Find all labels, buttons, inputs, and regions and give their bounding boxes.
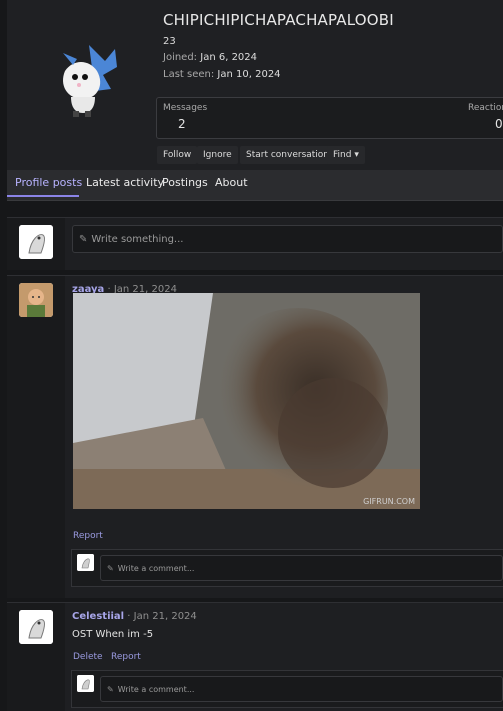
messages-value[interactable]: 2: [178, 117, 186, 131]
tab-profile-posts[interactable]: Profile posts: [15, 176, 82, 189]
profile-post-composer: ✎ Write something...: [7, 217, 503, 270]
caret-down-icon: ▾: [354, 150, 359, 160]
find-menu-button[interactable]: Find ▾: [327, 146, 365, 164]
comment-avatar: [77, 554, 94, 571]
profile-tabs: Profile posts Latest activity Postings A…: [7, 170, 503, 201]
find-label: Find: [333, 150, 352, 160]
pencil-icon: ✎: [107, 564, 114, 573]
joined-label: Joined:: [163, 52, 198, 63]
tab-about[interactable]: About: [215, 176, 248, 189]
messages-label: Messages: [163, 103, 208, 113]
comment-placeholder: Write a comment...: [117, 564, 195, 573]
joined-value: Jan 6, 2024: [200, 52, 258, 63]
zaaya-avatar[interactable]: [19, 283, 53, 317]
pencil-icon: ✎: [79, 234, 88, 245]
last-seen-row: Last seen: Jan 10, 2024: [163, 69, 281, 80]
last-seen-value: Jan 10, 2024: [217, 69, 281, 80]
tab-latest-activity[interactable]: Latest activity: [86, 176, 164, 189]
start-conversation-button[interactable]: Start conversation: [240, 146, 336, 164]
comment-area: ✎ Write a comment...: [71, 670, 503, 708]
profile-avatar[interactable]: [45, 35, 121, 125]
profile-post-celestiial: Celestiial · Jan 21, 2024 OST When im -5…: [7, 602, 503, 711]
follow-button[interactable]: Follow: [157, 146, 198, 164]
user-age: 23: [163, 36, 176, 47]
post-gif[interactable]: GIFRUN.COM: [73, 293, 420, 509]
profile-post-zaaya: zaaya · Jan 21, 2024 GIFRUN.COM Report ✎…: [7, 275, 503, 598]
active-tab-indicator: [7, 195, 79, 197]
comment-placeholder: Write a comment...: [117, 685, 195, 694]
gif-frame: [73, 293, 420, 509]
gif-credit: GIFRUN.COM: [363, 497, 415, 506]
celestiial-avatar[interactable]: [19, 610, 53, 644]
last-seen-label: Last seen:: [163, 69, 215, 80]
report-link[interactable]: Report: [73, 531, 103, 541]
username: CHIPICHIPICHAPACHAPALOOBI: [163, 11, 394, 29]
write-something-input[interactable]: ✎ Write something...: [72, 225, 503, 253]
write-something-placeholder: Write something...: [91, 234, 184, 245]
report-link[interactable]: Report: [111, 652, 141, 662]
post-header: Celestiial · Jan 21, 2024: [72, 611, 197, 622]
tab-postings[interactable]: Postings: [162, 176, 208, 189]
reaction-value: 0: [495, 117, 503, 131]
comment-avatar: [77, 675, 94, 692]
pencil-icon: ✎: [107, 685, 114, 694]
profile-card: CHIPICHIPICHAPACHAPALOOBI 23 Joined: Jan…: [7, 0, 503, 170]
comment-input[interactable]: ✎ Write a comment...: [100, 555, 503, 581]
post-author[interactable]: Celestiial: [72, 611, 124, 622]
current-user-avatar[interactable]: [19, 225, 53, 259]
reaction-label: Reaction: [468, 103, 503, 113]
delete-link[interactable]: Delete: [73, 652, 103, 662]
profile-stats: Messages 2 Reaction 0: [156, 97, 503, 139]
comment-area: ✎ Write a comment...: [71, 549, 503, 587]
joined-row: Joined: Jan 6, 2024: [163, 52, 257, 63]
ignore-button[interactable]: Ignore: [197, 146, 238, 164]
post-avatar-column: [7, 276, 65, 598]
post-text: OST When im -5: [72, 629, 154, 640]
post-date[interactable]: Jan 21, 2024: [134, 611, 197, 622]
comment-input[interactable]: ✎ Write a comment...: [100, 676, 503, 702]
